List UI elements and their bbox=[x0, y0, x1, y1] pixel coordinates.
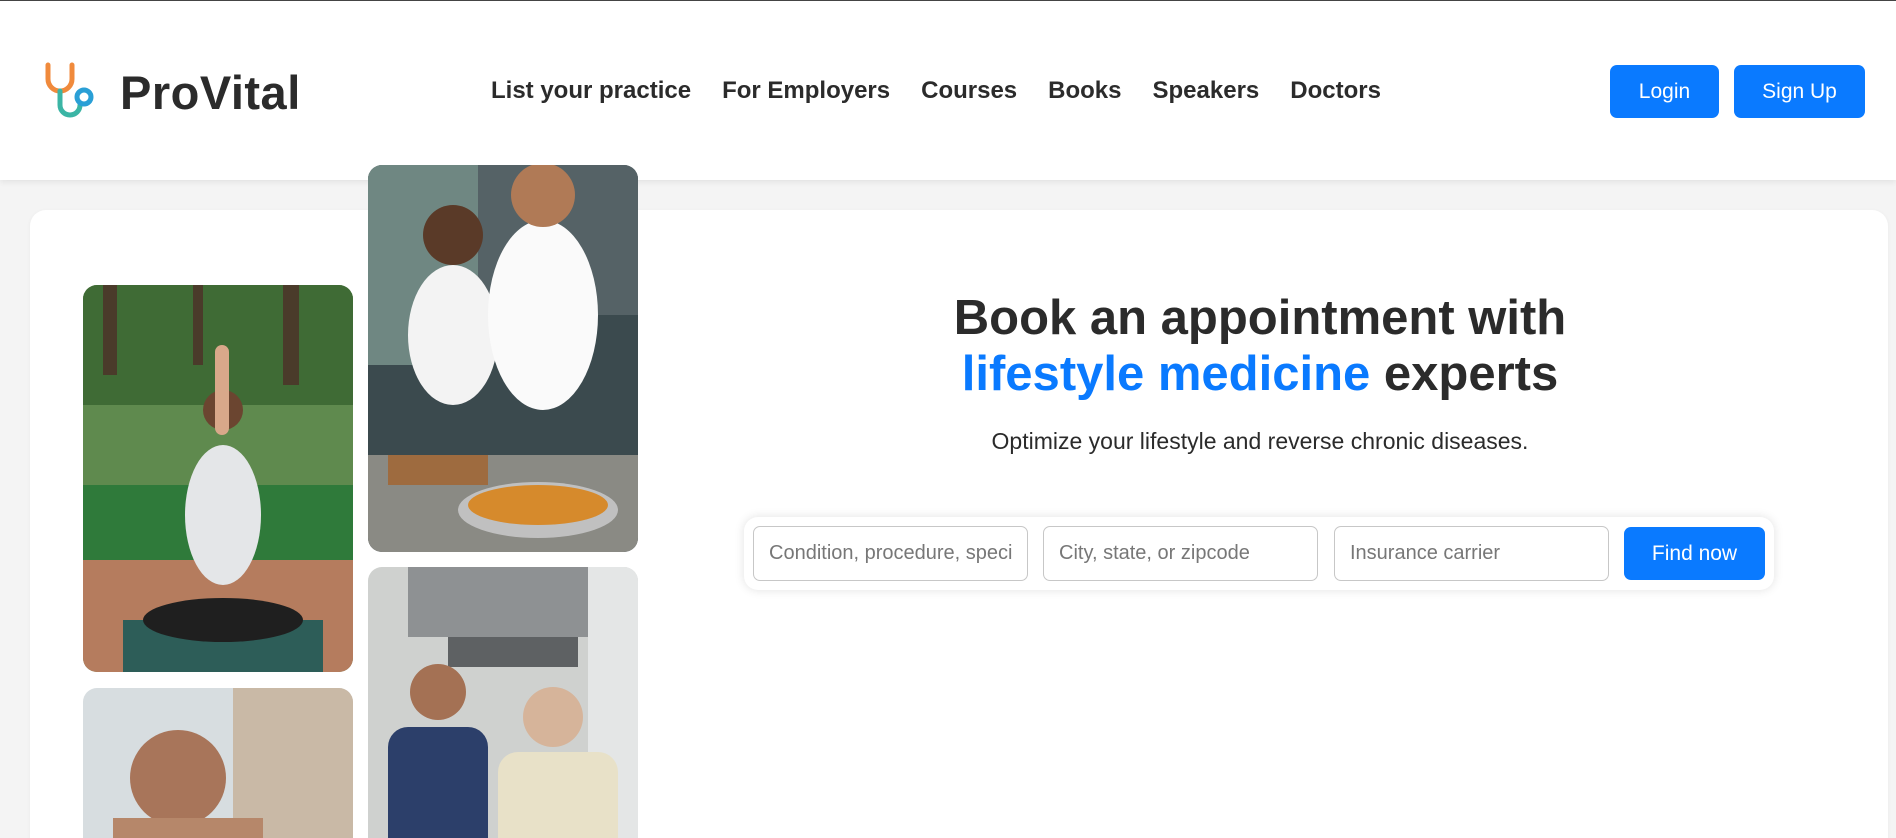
yoga-photo bbox=[83, 285, 353, 672]
signup-button[interactable]: Sign Up bbox=[1734, 65, 1865, 118]
location-input[interactable] bbox=[1043, 526, 1318, 581]
site-header: ProVital List your practice For Employer… bbox=[0, 0, 1896, 180]
nav-courses[interactable]: Courses bbox=[921, 77, 1017, 105]
brand-logo[interactable]: ProVital bbox=[40, 61, 301, 123]
nav-list-practice[interactable]: List your practice bbox=[491, 77, 691, 105]
main-nav: List your practice For Employers Courses… bbox=[491, 77, 1412, 105]
hero-title-accent: lifestyle medicine bbox=[961, 347, 1371, 401]
login-button[interactable]: Login bbox=[1610, 65, 1719, 118]
brand-name: ProVital bbox=[120, 65, 301, 119]
hero-subtitle: Optimize your lifestyle and reverse chro… bbox=[991, 428, 1529, 454]
nav-books[interactable]: Books bbox=[1048, 77, 1121, 105]
nav-doctors[interactable]: Doctors bbox=[1290, 77, 1381, 105]
smiling-man-photo bbox=[83, 688, 353, 838]
kitchen-conversation-photo bbox=[368, 567, 638, 838]
nav-speakers[interactable]: Speakers bbox=[1153, 77, 1260, 105]
hero-title-line1: Book an appointment with bbox=[953, 291, 1567, 345]
search-bar: Find now bbox=[744, 517, 1774, 590]
hero-section: Book an appointment with lifestyle medic… bbox=[700, 290, 1820, 455]
stethoscope-icon bbox=[45, 62, 94, 118]
condition-input[interactable] bbox=[753, 526, 1028, 581]
hero-title-end: experts bbox=[1370, 347, 1559, 401]
nav-for-employers[interactable]: For Employers bbox=[722, 77, 890, 105]
find-now-button[interactable]: Find now bbox=[1624, 527, 1765, 580]
insurance-input[interactable] bbox=[1334, 526, 1609, 581]
cooking-photo bbox=[368, 165, 638, 552]
hero-title: Book an appointment with lifestyle medic… bbox=[700, 290, 1820, 402]
